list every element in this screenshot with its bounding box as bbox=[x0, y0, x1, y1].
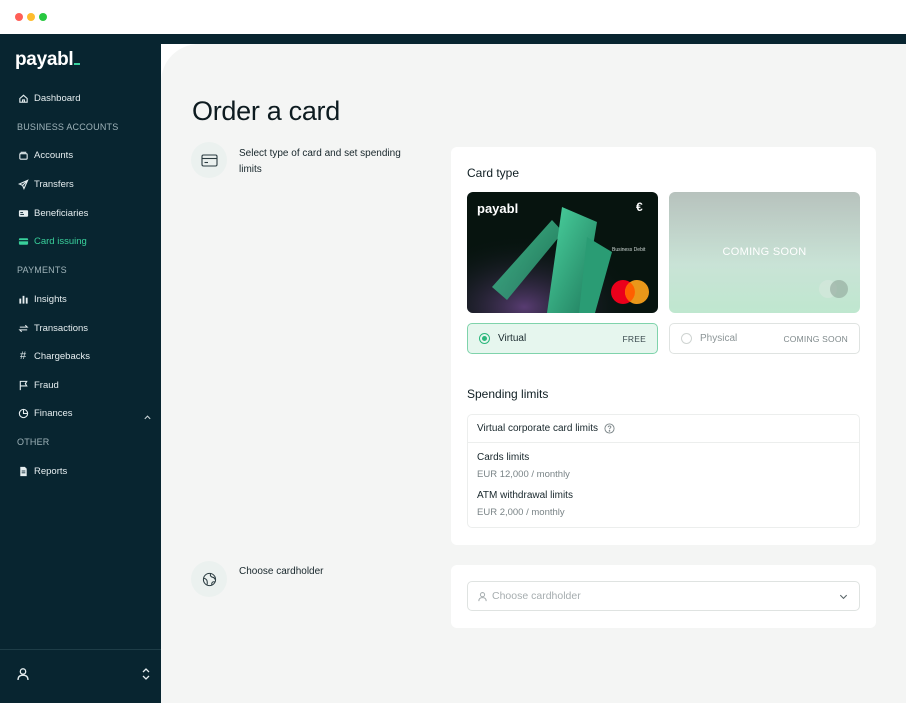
sidebar-item-label: Reports bbox=[34, 465, 68, 477]
sidebar-item-label: Transfers bbox=[34, 178, 74, 190]
maximize-window-button[interactable] bbox=[39, 13, 47, 21]
sidebar-item-beneficiaries[interactable]: Beneficiaries bbox=[17, 203, 88, 223]
cardholder-select[interactable]: Choose cardholder bbox=[467, 581, 860, 611]
step-select-card-text: Select type of card and set spending lim… bbox=[239, 148, 401, 175]
sidebar-item-transactions[interactable]: Transactions bbox=[17, 318, 88, 338]
limits-title: Virtual corporate card limits bbox=[477, 423, 598, 434]
sidebar-item-fraud[interactable]: Fraud bbox=[17, 375, 59, 395]
sidebar-item-label: Insights bbox=[34, 293, 67, 305]
sidebar-item-label: Transactions bbox=[34, 322, 89, 334]
sidebar: payabl Dashboard BUSINESS ACCOUNTS Accou… bbox=[0, 34, 161, 703]
card-type-heading: Card type bbox=[467, 166, 520, 180]
sidebar-item-transfers[interactable]: Transfers bbox=[17, 174, 74, 194]
sidebar-item-dashboard[interactable]: Dashboard bbox=[17, 88, 80, 108]
home-icon bbox=[17, 92, 29, 104]
close-window-button[interactable] bbox=[15, 13, 23, 21]
limits-box: Virtual corporate card limits Cards limi… bbox=[467, 414, 860, 528]
flag-icon bbox=[17, 379, 29, 391]
euro-icon: € bbox=[636, 200, 643, 214]
option-label: Physical bbox=[700, 333, 738, 344]
help-icon[interactable] bbox=[604, 423, 615, 434]
main-content: Order a card Select type of card and set… bbox=[161, 44, 906, 703]
user-icon[interactable] bbox=[16, 667, 30, 686]
card-caption: Business Debit bbox=[612, 247, 646, 253]
atm-limit-value: EUR 2,000 / monthly bbox=[477, 507, 565, 518]
person-icon bbox=[477, 591, 488, 602]
top-strip bbox=[161, 34, 906, 44]
sidebar-item-insights[interactable]: Insights bbox=[17, 289, 67, 309]
chevron-up-icon[interactable] bbox=[143, 409, 152, 427]
card-icon bbox=[17, 235, 29, 247]
minimize-window-button[interactable] bbox=[27, 13, 35, 21]
radio-unselected bbox=[681, 333, 692, 344]
chevron-down-icon[interactable] bbox=[838, 591, 849, 602]
payabl-logo[interactable]: payabl bbox=[15, 49, 81, 71]
sidebar-item-label: Dashboard bbox=[34, 92, 81, 104]
sidebar-item-chargebacks[interactable]: # Chargebacks bbox=[17, 346, 90, 366]
section-payments: PAYMENTS bbox=[17, 265, 67, 275]
coming-soon-tag: COMING SOON bbox=[783, 333, 848, 344]
physical-option: Physical COMING SOON bbox=[669, 323, 860, 354]
sidebar-item-reports[interactable]: Reports bbox=[17, 461, 67, 481]
sidebar-item-label: Fraud bbox=[34, 379, 59, 391]
cards-limit-value: EUR 12,000 / monthly bbox=[477, 469, 570, 480]
sidebar-item-label: Finances bbox=[34, 407, 73, 419]
document-icon bbox=[17, 465, 29, 477]
card-type-panel: Card type payabl € Business Debit COMING… bbox=[451, 147, 876, 545]
sidebar-item-label: Accounts bbox=[34, 149, 74, 161]
cardholder-placeholder: Choose cardholder bbox=[492, 590, 581, 602]
spending-limits-heading: Spending limits bbox=[467, 387, 549, 401]
arrows-icon bbox=[17, 322, 29, 334]
free-tag: FREE bbox=[622, 333, 646, 344]
card-icon bbox=[191, 142, 227, 178]
sidebar-item-accounts[interactable]: Accounts bbox=[17, 145, 73, 165]
physical-card-image: COMING SOON bbox=[669, 192, 860, 313]
virtual-card-image[interactable]: payabl € Business Debit bbox=[467, 192, 658, 313]
sidebar-item-label: Card issuing bbox=[34, 235, 87, 247]
cards-limit-label: Cards limits bbox=[477, 452, 530, 463]
id-card-icon bbox=[17, 207, 29, 219]
sidebar-divider bbox=[0, 649, 161, 650]
globe-icon bbox=[191, 561, 227, 597]
page-title: Order a card bbox=[192, 96, 340, 126]
card-logo: payabl bbox=[477, 201, 519, 216]
sidebar-item-card-issuing[interactable]: Card issuing bbox=[17, 231, 87, 251]
chevron-up-down-icon[interactable] bbox=[140, 667, 152, 686]
sidebar-item-label: Beneficiaries bbox=[34, 207, 89, 219]
cardholder-panel: Choose cardholder bbox=[451, 565, 876, 628]
step-choose-cardholder-text: Choose cardholder bbox=[239, 566, 324, 577]
radio-selected[interactable] bbox=[479, 333, 490, 344]
section-business-accounts: BUSINESS ACCOUNTS bbox=[17, 122, 119, 132]
section-other: OTHER bbox=[17, 437, 50, 447]
limits-header: Virtual corporate card limits bbox=[468, 415, 859, 443]
accounts-icon bbox=[17, 149, 29, 161]
sidebar-item-label: Chargebacks bbox=[34, 350, 90, 362]
virtual-option[interactable]: Virtual FREE bbox=[467, 323, 658, 354]
coming-soon-overlay: COMING SOON bbox=[722, 246, 807, 258]
atm-limit-label: ATM withdrawal limits bbox=[477, 490, 573, 501]
sidebar-item-finances[interactable]: Finances bbox=[17, 403, 155, 423]
pie-chart-icon bbox=[17, 407, 29, 419]
option-label: Virtual bbox=[498, 333, 527, 344]
hash-icon: # bbox=[19, 350, 27, 362]
send-icon bbox=[17, 178, 29, 190]
bar-chart-icon bbox=[17, 293, 29, 305]
mastercard-icon bbox=[611, 280, 649, 304]
card-brand-icon bbox=[819, 280, 848, 298]
window-titlebar bbox=[0, 0, 906, 34]
